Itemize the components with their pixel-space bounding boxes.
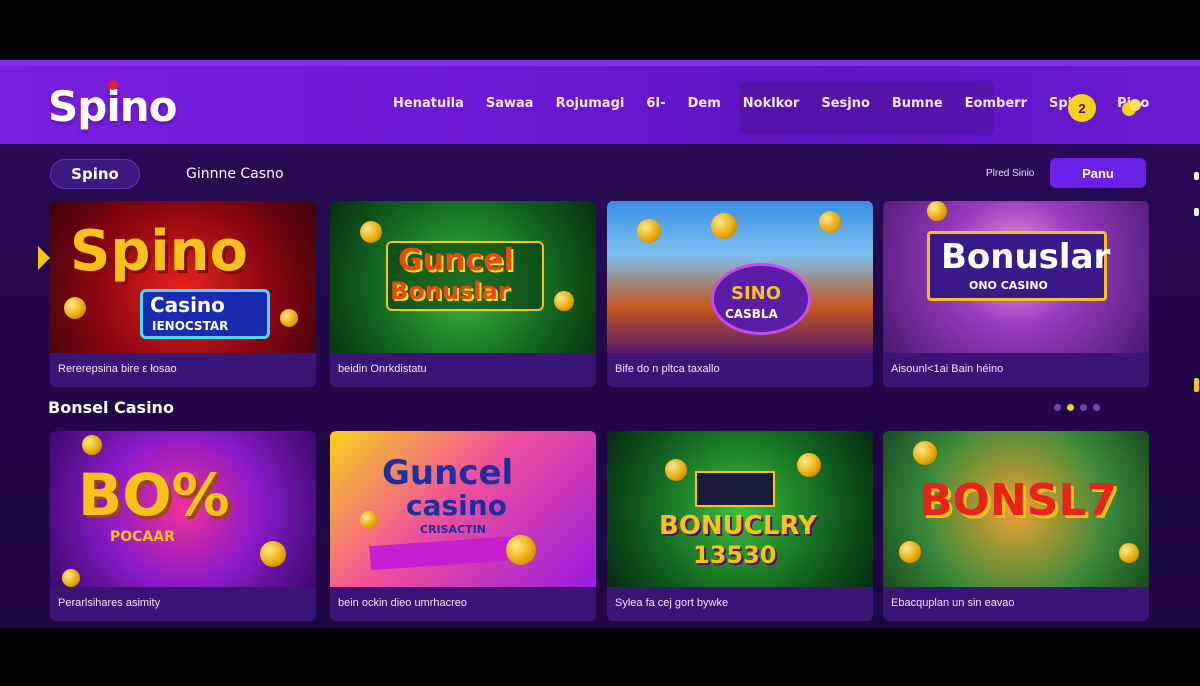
- art-subtitle: casino: [406, 489, 507, 522]
- screen-frame: Spino Henatuila Sawaa Rojumagi 6I- Dem N…: [0, 0, 1200, 686]
- coin-icon: [82, 435, 102, 455]
- casino-app: Spino Henatuila Sawaa Rojumagi 6I- Dem N…: [0, 60, 1200, 628]
- nav-item[interactable]: Sawaa: [475, 96, 545, 111]
- art-subtitle: CASBLA: [725, 307, 778, 321]
- game-art: BONUCLRY 13530: [607, 431, 873, 587]
- coin-icon: [899, 541, 921, 563]
- nav-item[interactable]: Eomberr: [954, 96, 1038, 111]
- game-caption: Ebacquplan un sin eavao: [891, 597, 1015, 609]
- coin-icon: [665, 459, 687, 481]
- game-caption: Sylea fa cej gort bywke: [615, 597, 729, 609]
- carousel-dot[interactable]: [1080, 404, 1087, 411]
- tab-spino[interactable]: Spino: [50, 159, 140, 189]
- art-title: BONUCLRY: [659, 511, 817, 541]
- art-subtitle-2: CRISACTIN: [420, 523, 486, 536]
- game-caption: bein ockin dieo umrhacreo: [338, 597, 468, 609]
- logo-dot: [108, 80, 118, 90]
- tab-casino[interactable]: Ginnne Casno: [186, 166, 284, 182]
- art-title: BO%: [78, 461, 230, 529]
- art-subtitle: Casino: [150, 293, 225, 317]
- top-nav-bar: Spino Henatuila Sawaa Rojumagi 6I- Dem N…: [0, 60, 1200, 144]
- carousel-dots: [1054, 404, 1100, 411]
- game-card[interactable]: BO% POCAAR Perarlsihares asimity: [50, 431, 316, 621]
- game-art: Guncel casino CRISACTIN: [330, 431, 596, 587]
- coin-icon: [62, 569, 80, 587]
- game-caption: Bife do n pltca taxallo: [615, 363, 720, 375]
- nav-item[interactable]: Sesjno: [810, 96, 881, 111]
- game-art: Bonuslar ONO CASINO: [883, 201, 1149, 353]
- carousel-dot[interactable]: [1093, 404, 1100, 411]
- game-art: Spino Casino IENOCSTAR: [50, 201, 316, 353]
- art-title: Bonuslar: [941, 237, 1111, 277]
- coin-icon: [797, 453, 821, 477]
- game-caption: Rererepsina bire ε łosao: [58, 363, 177, 375]
- art-title: Spino: [70, 219, 248, 284]
- art-title: BONSL7: [919, 475, 1118, 526]
- scroll-mark: [1194, 378, 1199, 392]
- art-subtitle-2: IENOCSTAR: [152, 319, 229, 333]
- coin-icon: [711, 213, 737, 239]
- nav-item[interactable]: Noklkor: [732, 96, 811, 111]
- art-subtitle: Bonuslar: [390, 277, 510, 305]
- game-card[interactable]: Guncel casino CRISACTIN bein ockin dieo …: [330, 431, 596, 621]
- coin-icon: [1119, 543, 1139, 563]
- art-subtitle: ONO CASINO: [969, 279, 1048, 292]
- game-card[interactable]: SINO CASBLA Bife do n pltca taxallo: [607, 201, 873, 387]
- nav-item[interactable]: 6I-: [635, 96, 676, 111]
- art-subtitle: 13530: [693, 541, 777, 569]
- nav-item[interactable]: Henatuila: [382, 96, 475, 111]
- game-caption: beidin Onrkdistatu: [338, 363, 427, 375]
- game-caption: Perarlsihares asimity: [58, 597, 161, 609]
- game-card[interactable]: BONSL7 Ebacquplan un sin eavao: [883, 431, 1149, 621]
- carousel-dot[interactable]: [1054, 404, 1061, 411]
- carousel-dot-active[interactable]: [1067, 404, 1074, 411]
- nav-item[interactable]: Dem: [677, 96, 732, 111]
- art-title: Guncel: [382, 453, 514, 493]
- coin-icon: [1122, 99, 1141, 116]
- coin-icon: [927, 201, 947, 221]
- art-subtitle: POCAAR: [110, 529, 175, 545]
- coin-menu-icon[interactable]: [1118, 94, 1146, 122]
- primary-button[interactable]: Panu: [1050, 158, 1146, 188]
- coin-icon: [360, 221, 382, 243]
- coin-icon: [554, 291, 574, 311]
- game-card[interactable]: Guncel Bonuslar beidin Onrkdistatu: [330, 201, 596, 387]
- main-nav: Henatuila Sawaa Rojumagi 6I- Dem Noklkor…: [382, 96, 1160, 111]
- nav-item[interactable]: Bumne: [881, 96, 954, 111]
- coin-icon: [819, 211, 841, 233]
- coin-icon: [913, 441, 937, 465]
- art-title: SINO: [731, 283, 782, 304]
- game-card[interactable]: BONUCLRY 13530 Sylea fa cej gort bywke: [607, 431, 873, 621]
- scroll-mark: [1194, 172, 1199, 180]
- notification-badge[interactable]: 2: [1068, 94, 1096, 122]
- coin-icon: [360, 511, 378, 529]
- nav-item[interactable]: Rojumagi: [545, 96, 636, 111]
- coin-icon: [280, 309, 298, 327]
- game-card[interactable]: Bonuslar ONO CASINO Aisounl<1ai Bain héi…: [883, 201, 1149, 387]
- game-card[interactable]: Spino Casino IENOCSTAR Rererepsina bire …: [50, 201, 316, 387]
- coin-icon: [637, 219, 661, 243]
- section-title: Bonsel Casino: [48, 398, 174, 417]
- game-art: Guncel Bonuslar: [330, 201, 596, 353]
- played-label: Plred Sinio: [986, 168, 1035, 179]
- carousel-prev-arrow[interactable]: [38, 246, 50, 270]
- art-title: Guncel: [398, 243, 514, 278]
- art-ribbon: [369, 535, 521, 571]
- game-art: BONSL7: [883, 431, 1149, 587]
- game-art: SINO CASBLA: [607, 201, 873, 353]
- coin-icon: [64, 297, 86, 319]
- coin-icon: [506, 535, 536, 565]
- scroll-mark: [1194, 208, 1199, 216]
- game-caption: Aisounl<1ai Bain héino: [891, 363, 1004, 375]
- coin-icon: [260, 541, 286, 567]
- art-slot-machine: [695, 471, 775, 507]
- game-art: BO% POCAAR: [50, 431, 316, 587]
